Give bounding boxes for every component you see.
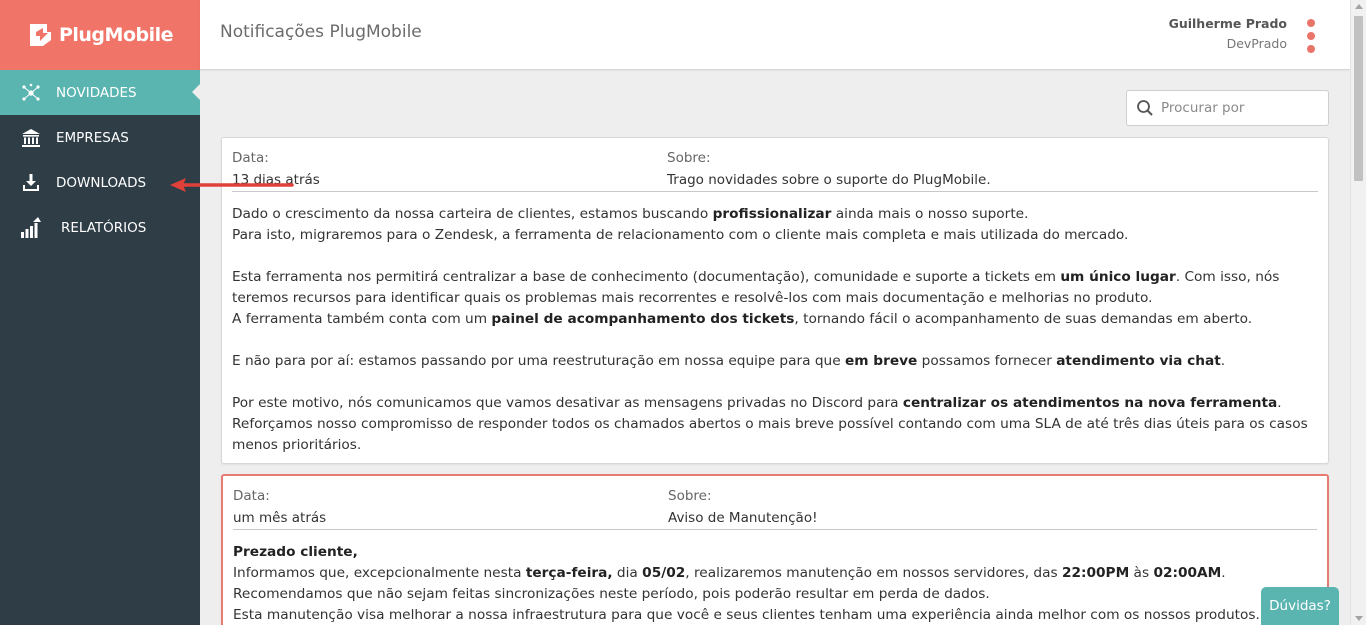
top-header: Notificações PlugMobile Guilherme Prado … xyxy=(200,0,1350,70)
text: Por este motivo, nós comunicamos que vam… xyxy=(232,395,903,411)
text: Esta ferramenta nos permitirá centraliza… xyxy=(232,269,1061,285)
search-input[interactable] xyxy=(1161,100,1321,116)
sidebar: PlugMobile NOVIDADES EMPRESAS DOWNLOADS … xyxy=(0,0,200,625)
body-line: Prezado cliente, xyxy=(233,542,1317,563)
notification-card-highlighted: Data: um mês atrás Sobre: Aviso de Manut… xyxy=(221,474,1329,625)
user-role: DevPrado xyxy=(1226,36,1287,51)
sidebar-item-novidades[interactable]: NOVIDADES xyxy=(0,70,200,115)
about-value: Aviso de Manutenção! xyxy=(668,510,818,526)
scroll-up-arrow-icon[interactable] xyxy=(1355,4,1363,9)
sidebar-item-empresas[interactable]: EMPRESAS xyxy=(0,115,200,160)
bold-text: atendimento via chat xyxy=(1056,353,1221,369)
bar-chart-icon xyxy=(20,216,42,239)
card-body: Dado o crescimento da nossa carteira de … xyxy=(222,192,1328,466)
text: possamos fornecer xyxy=(917,353,1057,369)
download-icon xyxy=(20,172,42,194)
date-value: um mês atrás xyxy=(233,510,327,526)
date-label: Data: xyxy=(232,150,269,166)
body-line: Recomendamos que não sejam feitas sincro… xyxy=(233,584,1317,605)
text: Para isto, migraremos para o Zendesk, a … xyxy=(232,227,1129,243)
bold-text: profissionalizar xyxy=(712,206,832,222)
text: Informamos que, excepcionalmente nesta xyxy=(233,565,526,581)
text: . xyxy=(1277,395,1282,411)
text: Esta manutenção visa melhorar a nossa in… xyxy=(233,607,1260,623)
body-line: A ferramenta também conta com um painel … xyxy=(232,309,1318,330)
bold-text: 22:00PM xyxy=(1061,565,1130,581)
bold-text: 02:00AM xyxy=(1153,565,1222,581)
about-label: Sobre: xyxy=(668,488,712,504)
network-icon xyxy=(20,82,42,104)
body-line xyxy=(232,330,1318,351)
text: Recomendamos que não sejam feitas sincro… xyxy=(233,586,990,602)
bank-icon xyxy=(20,127,42,149)
scrollbar[interactable] xyxy=(1350,0,1366,625)
text: . xyxy=(1220,353,1226,369)
sidebar-item-label: DOWNLOADS xyxy=(56,174,147,191)
body-line: Esta manutenção visa melhorar a nossa in… xyxy=(233,605,1317,625)
search-icon xyxy=(1137,100,1153,116)
text: Dado o crescimento da nossa carteira de … xyxy=(232,206,713,222)
body-line xyxy=(232,372,1318,393)
text: às xyxy=(1129,565,1154,581)
body-line: E não para por aí: estamos passando por … xyxy=(232,351,1318,372)
scroll-thumb[interactable] xyxy=(1354,16,1363,181)
text: dia xyxy=(612,565,643,581)
search-box[interactable] xyxy=(1126,90,1329,126)
help-button[interactable]: Dúvidas? xyxy=(1261,587,1339,625)
text: E não para por aí: estamos passando por … xyxy=(232,353,845,369)
body-line: Informamos que, excepcionalmente nesta t… xyxy=(233,563,1317,584)
date-label: Data: xyxy=(233,488,270,504)
about-label: Sobre: xyxy=(667,150,711,166)
brand-name: PlugMobile xyxy=(58,24,174,46)
user-info: Guilherme Prado DevPrado xyxy=(1169,16,1287,51)
bold-text: terça-feira, xyxy=(525,565,613,581)
scroll-down-arrow-icon[interactable] xyxy=(1355,616,1363,621)
kebab-menu-icon[interactable] xyxy=(1307,19,1317,53)
logo[interactable]: PlugMobile xyxy=(0,0,200,70)
text: ainda mais o nosso suporte. xyxy=(831,206,1029,222)
text: Reforçamos nosso compromisso de responde… xyxy=(232,416,1308,453)
notification-card: Data: 13 dias atrás Sobre: Trago novidad… xyxy=(221,137,1329,464)
text: , realizaremos manutenção em nossos serv… xyxy=(685,565,1062,581)
body-line: Esta ferramenta nos permitirá centraliza… xyxy=(232,267,1318,309)
text: . xyxy=(1221,565,1226,581)
red-arrow-annotation xyxy=(170,178,294,192)
sidebar-item-relatorios[interactable]: RELATÓRIOS xyxy=(0,205,200,250)
bold-text: em breve xyxy=(844,353,918,369)
text: A ferramenta também conta com um xyxy=(232,311,492,327)
body-line: Reforçamos nosso compromisso de responde… xyxy=(232,414,1318,456)
card-header: Data: um mês atrás Sobre: Aviso de Manut… xyxy=(233,476,1317,530)
bold-text: Prezado cliente, xyxy=(233,544,358,560)
body-line xyxy=(232,246,1318,267)
body-line: Dado o crescimento da nossa carteira de … xyxy=(232,204,1318,225)
body-line: Por este motivo, nós comunicamos que vam… xyxy=(232,393,1318,414)
page-title: Notificações PlugMobile xyxy=(220,22,422,42)
card-body: Prezado cliente, Informamos que, excepcio… xyxy=(223,530,1327,625)
bold-text: 05/02 xyxy=(642,565,686,581)
bold-text: centralizar os atendimentos na nova ferr… xyxy=(902,395,1278,411)
bold-text: um único lugar xyxy=(1060,269,1176,285)
sidebar-item-label: NOVIDADES xyxy=(56,84,137,101)
bold-text: painel de acompanhamento dos tickets xyxy=(491,311,795,327)
user-name: Guilherme Prado xyxy=(1168,16,1287,31)
text: , tornando fácil o acompanhamento de sua… xyxy=(794,311,1253,327)
sidebar-item-label: EMPRESAS xyxy=(56,129,129,146)
sidebar-item-label: RELATÓRIOS xyxy=(61,219,147,236)
about-value: Trago novidades sobre o suporte do PlugM… xyxy=(667,172,991,188)
plug-logo-icon xyxy=(29,24,51,46)
card-header: Data: 13 dias atrás Sobre: Trago novidad… xyxy=(232,138,1318,192)
body-line: Para isto, migraremos para o Zendesk, a … xyxy=(232,225,1318,246)
